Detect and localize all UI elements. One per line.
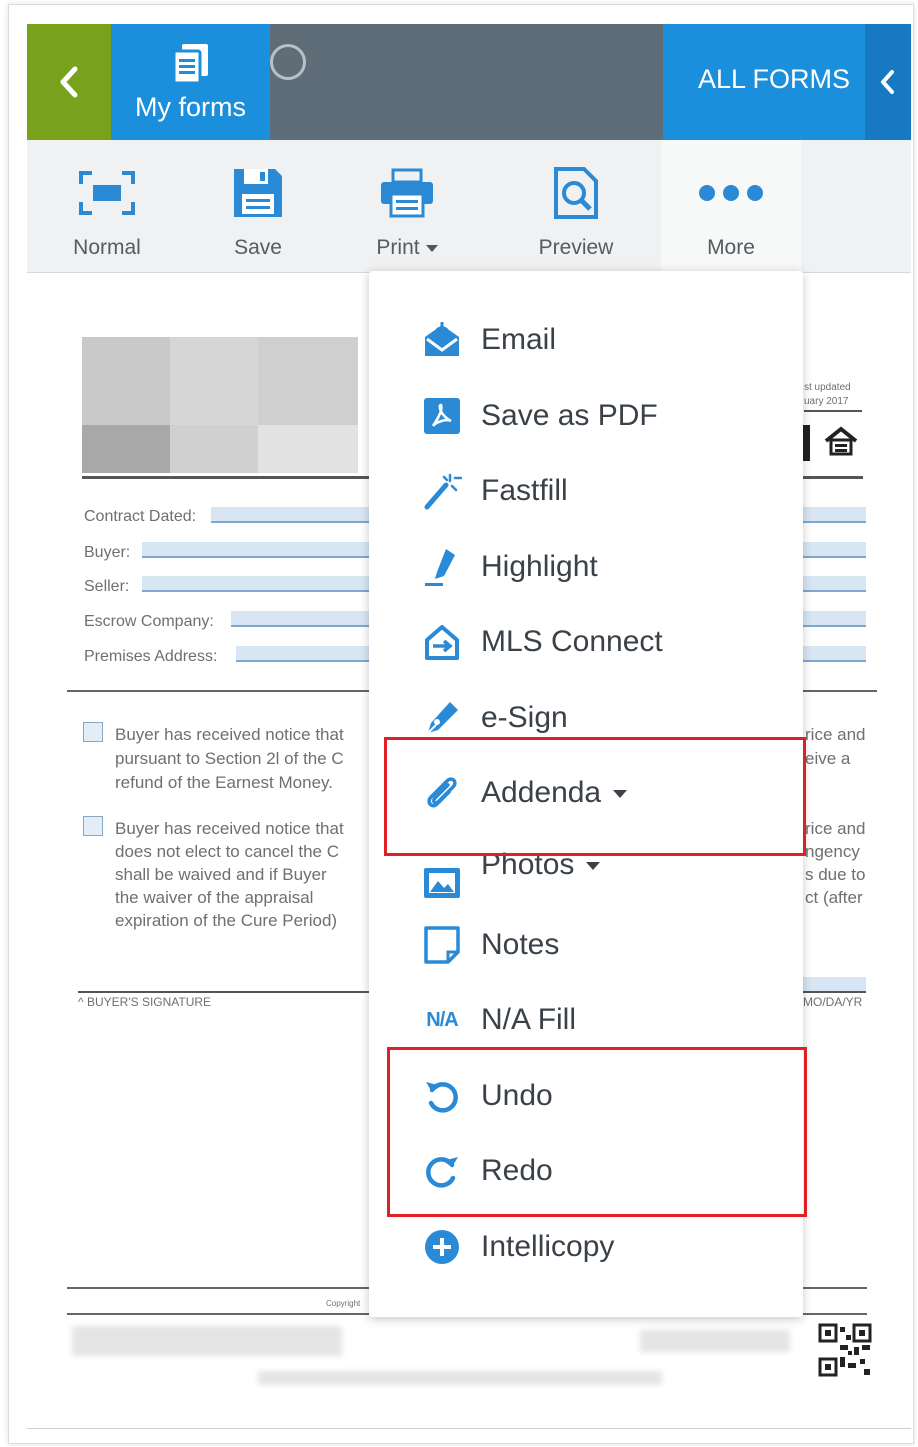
menu-item-mls-connect[interactable]: MLS Connect xyxy=(369,612,803,672)
menu-item-save-as-pdf[interactable]: Save as PDF xyxy=(369,386,803,446)
premises-address-field[interactable] xyxy=(236,646,369,662)
caret-down-icon xyxy=(586,862,601,871)
signature-line xyxy=(800,991,866,993)
email-icon xyxy=(420,318,464,362)
preview-button[interactable]: Preview xyxy=(523,140,629,272)
menu-item-fastfill[interactable]: Fastfill xyxy=(369,461,803,521)
save-button[interactable]: Save xyxy=(213,140,303,272)
footer-blurred-text xyxy=(640,1330,790,1352)
pen-icon xyxy=(420,696,464,740)
more-dots-icon xyxy=(699,185,763,201)
pdf-icon xyxy=(420,394,464,438)
chevron-left-icon xyxy=(881,70,894,94)
escrow-company-label: Escrow Company: xyxy=(84,613,214,630)
escrow-company-field[interactable] xyxy=(231,611,369,627)
magic-wand-icon xyxy=(420,469,464,513)
divider xyxy=(804,410,862,412)
notice-paragraph-2: Buyer has received notice that does not … xyxy=(115,819,344,930)
floppy-disk-icon xyxy=(234,169,282,217)
more-label: More xyxy=(707,236,755,259)
back-button[interactable] xyxy=(27,24,111,140)
na-icon: N/A xyxy=(426,1008,458,1031)
escrow-company-field[interactable] xyxy=(800,611,866,627)
notice-paragraph-1: Buyer has received notice that pursuant … xyxy=(115,725,344,792)
collapse-panel-button[interactable] xyxy=(865,24,911,140)
my-forms-label: My forms xyxy=(135,91,246,122)
date-updated-text: st updated xyxy=(804,382,851,393)
contract-dated-field[interactable] xyxy=(211,507,369,523)
footer-blurred-text xyxy=(72,1326,342,1356)
my-forms-button[interactable]: My forms xyxy=(111,24,270,140)
normal-label: Normal xyxy=(73,236,141,259)
signature-line xyxy=(78,991,369,993)
divider xyxy=(82,476,370,479)
menu-item-highlight-label: Highlight xyxy=(481,550,598,583)
highlighter-icon xyxy=(420,545,464,589)
notice-paragraph-2-right: rice and ngency s due to ct (after xyxy=(805,819,866,907)
photo-icon xyxy=(420,861,464,905)
normal-view-button[interactable]: Normal xyxy=(55,140,159,272)
menu-item-notes-label: Notes xyxy=(481,928,560,961)
menu-item-intellicopy-label: Intellicopy xyxy=(481,1230,615,1263)
save-label: Save xyxy=(234,236,282,259)
menu-item-mls-connect-label: MLS Connect xyxy=(481,625,663,658)
menu-item-email-label: Email xyxy=(481,323,557,356)
printer-icon xyxy=(381,168,433,218)
note-icon xyxy=(420,923,464,967)
menu-item-highlight[interactable]: Highlight xyxy=(369,537,803,597)
qr-code-icon xyxy=(818,1323,872,1377)
contract-dated-label: Contract Dated: xyxy=(84,508,197,525)
notice-checkbox-2[interactable] xyxy=(83,816,103,836)
premises-address-label: Premises Address: xyxy=(84,648,218,665)
fullscreen-icon xyxy=(79,171,135,215)
logo-mark xyxy=(803,425,810,461)
menu-item-na-fill[interactable]: N/A N/A Fill xyxy=(369,990,803,1050)
menu-item-intellicopy[interactable]: Intellicopy xyxy=(369,1217,803,1277)
menu-item-notes[interactable]: Notes xyxy=(369,915,803,975)
menu-item-e-sign-label: e-Sign xyxy=(481,701,568,734)
notice-paragraph-1-right: rice and eive a xyxy=(805,725,866,768)
date-format-label: MO/DA/YR xyxy=(803,995,863,1009)
equal-housing-icon xyxy=(824,426,858,456)
all-forms-label: ALL FORMS xyxy=(698,64,851,94)
divider xyxy=(27,1428,911,1429)
all-forms-button[interactable]: ALL FORMS xyxy=(663,24,911,140)
notice-checkbox-1[interactable] xyxy=(83,722,103,742)
print-label: Print xyxy=(376,236,438,260)
divider xyxy=(800,476,863,479)
premises-address-field[interactable] xyxy=(800,646,866,662)
menu-item-na-fill-label: N/A Fill xyxy=(481,1003,577,1036)
caret-down-icon xyxy=(425,244,438,252)
chevron-left-icon xyxy=(60,66,78,98)
buyer-field[interactable] xyxy=(142,542,369,558)
highlight-box-undo-redo xyxy=(387,1047,807,1217)
copyright-text: Copyright xyxy=(326,1299,361,1308)
preview-document-icon xyxy=(554,167,598,219)
menu-item-fastfill-label: Fastfill xyxy=(481,474,568,507)
menu-item-email[interactable]: Email xyxy=(369,310,803,370)
menu-item-save-as-pdf-label: Save as PDF xyxy=(481,399,658,432)
buyer-signature-label: ^ BUYER'S SIGNATURE xyxy=(78,995,212,1009)
buyer-label: Buyer: xyxy=(84,544,131,561)
loading-spinner-icon xyxy=(270,44,306,80)
mls-connect-icon xyxy=(420,620,464,664)
highlight-box-addenda xyxy=(384,737,806,856)
plus-circle-icon xyxy=(420,1225,464,1269)
print-button[interactable]: Print xyxy=(357,140,457,272)
documents-icon xyxy=(172,43,208,84)
more-button[interactable]: More xyxy=(661,140,801,272)
preview-label: Preview xyxy=(538,236,614,259)
form-header-logo xyxy=(82,337,370,475)
seller-field[interactable] xyxy=(142,576,369,592)
top-bar: My forms ALL FORMS xyxy=(27,24,911,140)
footer-blurred-text xyxy=(258,1371,662,1385)
buyer-field[interactable] xyxy=(800,542,866,558)
toolbar: Normal Save Print Preview More xyxy=(27,140,911,273)
seller-field[interactable] xyxy=(800,576,866,592)
contract-dated-field[interactable] xyxy=(800,507,866,523)
date-month-text: uary 2017 xyxy=(804,396,849,407)
seller-label: Seller: xyxy=(84,578,130,595)
